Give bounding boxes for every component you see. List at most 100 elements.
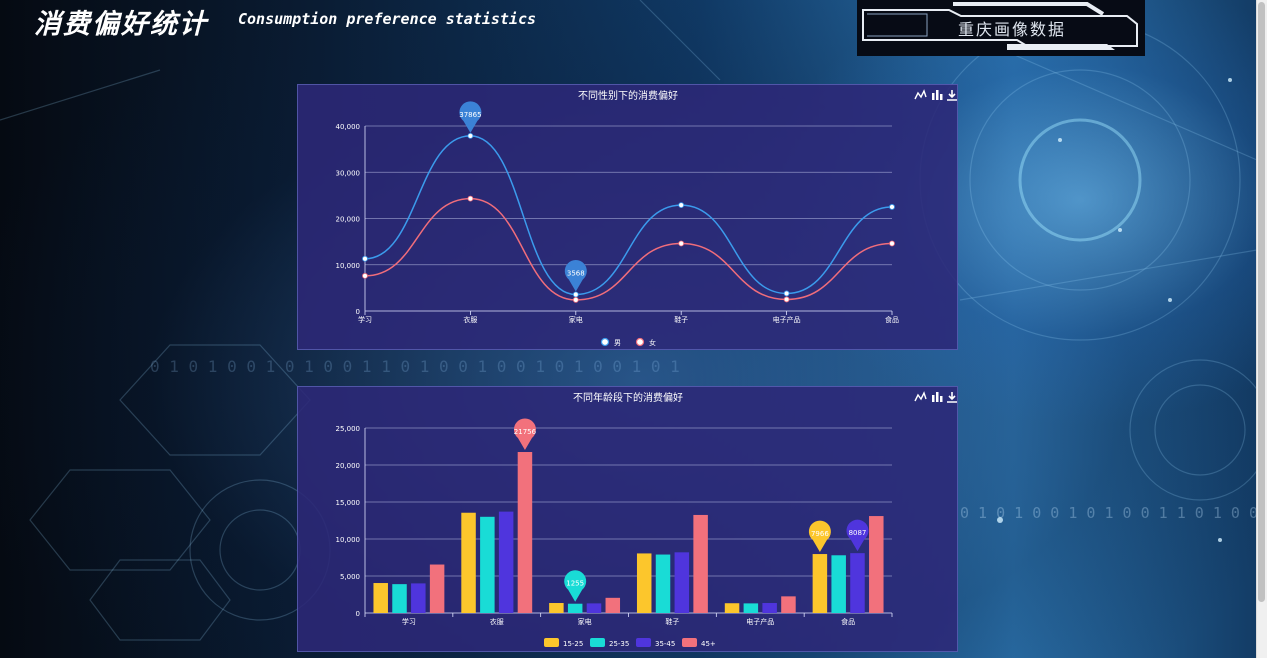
- scrollbar-thumb[interactable]: [1258, 2, 1265, 602]
- x-tick-label: 衣服: [490, 617, 504, 626]
- data-point: [362, 272, 368, 279]
- legend-swatch: [590, 638, 605, 647]
- legend-item[interactable]: 35-45: [636, 638, 675, 648]
- bar: [636, 553, 652, 613]
- chart-legend: 15-25 25-35 35-45 45+: [544, 638, 716, 648]
- bar: [498, 511, 514, 613]
- value-marker-label: 37865: [459, 111, 481, 119]
- legend-label: 女: [649, 338, 656, 347]
- bar: [850, 553, 865, 613]
- brand-title: 重庆画像数据: [958, 20, 1067, 39]
- x-tick-label: 家电: [569, 315, 583, 324]
- y-tick-label: 10,000: [336, 262, 361, 270]
- bar: [743, 603, 759, 613]
- legend-item[interactable]: 45+: [682, 638, 716, 648]
- chart-title: 不同年龄段下的消费偏好: [573, 391, 683, 404]
- legend-label: 15-25: [563, 640, 583, 648]
- data-point: [572, 291, 579, 298]
- x-tick-label: 衣服: [463, 315, 477, 324]
- bar: [480, 516, 495, 613]
- gender-chart: 不同性别下的消费偏好 0 10,000 20,000 30,000 40,000 学习 衣服 家…: [336, 89, 957, 348]
- bar: [392, 584, 407, 613]
- y-tick-label: 10,000: [336, 536, 361, 544]
- legend-label: 25-35: [609, 640, 629, 648]
- x-tick-label: 电子产品: [746, 617, 774, 626]
- legend-swatch: [600, 337, 610, 347]
- value-marker-label: 21756: [514, 428, 537, 436]
- bar: [869, 516, 884, 613]
- bar: [693, 514, 708, 613]
- bar: [586, 603, 602, 613]
- chart-title: 不同性别下的消费偏好: [578, 89, 678, 102]
- x-tick-label: 学习: [358, 315, 372, 324]
- page-subtitle: Consumption preference statistics: [238, 10, 537, 28]
- download-icon[interactable]: [947, 392, 957, 403]
- legend-swatch: [635, 337, 645, 347]
- bar: [724, 603, 740, 613]
- y-tick-label: 5,000: [340, 573, 360, 581]
- bar: [461, 512, 476, 613]
- bar: [429, 564, 445, 613]
- bar-chart-icon[interactable]: [932, 392, 943, 402]
- page-title: 消费偏好统计: [34, 9, 208, 40]
- download-icon[interactable]: [947, 90, 957, 101]
- y-tick-label: 15,000: [336, 499, 361, 507]
- binary-text-2: 0 1 0 1 0 0 1 0 1 0 0 1 1 0 1 0 0 1 0 1: [960, 504, 1257, 522]
- legend-label: 45+: [701, 640, 716, 648]
- data-point: [572, 296, 579, 303]
- y-tick-label: 40,000: [336, 123, 361, 131]
- bar: [674, 552, 690, 613]
- bar: [411, 583, 426, 613]
- bar: [567, 603, 583, 613]
- legend-item[interactable]: 25-35: [590, 638, 629, 648]
- value-marker-label: 1255: [566, 580, 584, 588]
- x-tick-label: 食品: [841, 617, 855, 626]
- y-tick-label: 30,000: [336, 169, 361, 177]
- data-point: [467, 132, 474, 139]
- scrollbar[interactable]: [1256, 0, 1267, 658]
- line-chart-icon[interactable]: [914, 89, 927, 100]
- chart-legend: 男女: [600, 337, 657, 348]
- bar: [373, 583, 388, 613]
- bar: [831, 555, 846, 613]
- y-tick-label: 20,000: [336, 216, 361, 224]
- data-point: [678, 240, 685, 247]
- data-point: [783, 296, 790, 303]
- legend-label: 35-45: [655, 640, 675, 648]
- data-point: [889, 204, 895, 210]
- value-marker-label: 3568: [567, 269, 585, 277]
- data-point: [362, 255, 368, 262]
- data-point: [889, 240, 895, 247]
- value-marker-label: 8087: [849, 529, 867, 537]
- bar-chart-icon[interactable]: [932, 90, 943, 100]
- age-chart: 不同年龄段下的消费偏好 0 5,000 10,000 15,000 20,000 25,00…: [336, 391, 957, 648]
- x-tick-label: 鞋子: [665, 617, 679, 626]
- y-tick-label: 0: [356, 610, 360, 618]
- y-tick-label: 25,000: [336, 425, 361, 433]
- gender-chart-panel: 不同性别下的消费偏好 0 10,000 20,000 30,000 40,000 学习 衣服 家…: [297, 84, 958, 350]
- bar: [781, 596, 796, 613]
- legend-label: 男: [614, 339, 621, 347]
- data-point: [783, 290, 790, 297]
- y-tick-label: 20,000: [336, 462, 361, 470]
- x-tick-label: 学习: [402, 617, 416, 626]
- age-chart-panel: 不同年龄段下的消费偏好 0 5,000 10,000 15,000 20,000 25,00…: [297, 386, 958, 652]
- x-tick-label: 电子产品: [773, 315, 801, 324]
- bar: [812, 554, 828, 613]
- legend-item[interactable]: 15-25: [544, 638, 583, 648]
- bar: [517, 452, 533, 613]
- bar: [655, 554, 671, 613]
- data-point: [467, 195, 474, 202]
- legend-swatch: [682, 638, 697, 647]
- legend-swatch: [636, 638, 651, 647]
- line-chart-icon[interactable]: [914, 391, 927, 402]
- chart-toolbar: [914, 391, 957, 403]
- legend-item[interactable]: 女: [635, 337, 657, 347]
- y-tick-label: 0: [356, 308, 360, 316]
- legend-item[interactable]: 男: [600, 337, 622, 348]
- binary-text-1: 0 1 0 1 0 0 1 0 1 0 0 1 1 0 1 0 0 1 0 0 …: [150, 357, 680, 376]
- x-tick-label: 家电: [578, 617, 592, 626]
- bar: [762, 603, 777, 613]
- bar: [605, 597, 621, 613]
- bar: [549, 603, 564, 613]
